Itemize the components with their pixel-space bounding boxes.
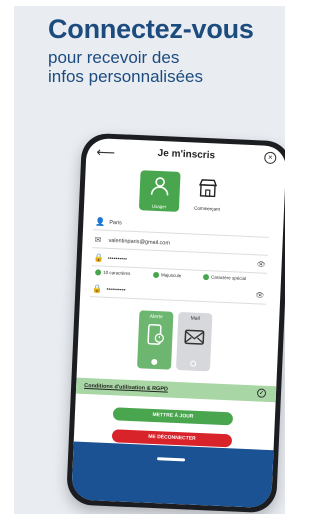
headline: Connectez-vous	[48, 14, 254, 44]
radio-unselected-icon	[190, 360, 197, 367]
subheadline-line-2: infos personnalisées	[48, 67, 203, 86]
password-confirm-field[interactable]: 🔒 •••••••••• 👁	[90, 283, 267, 305]
radio-selected-icon	[151, 358, 158, 366]
background-panel: Connectez-vous pour recevoir des infos p…	[14, 6, 285, 514]
eye-icon[interactable]: 👁	[255, 291, 264, 299]
password-value: ••••••••••	[107, 255, 128, 263]
rule-special: Caractère spécial	[202, 274, 246, 282]
mail-icon: ✉	[94, 235, 102, 245]
role-commercant-label: Commerçant	[194, 205, 220, 212]
password-confirm-value: ••••••••••	[106, 286, 126, 294]
app-nav-bar: ⟵ Je m'inscris ×	[86, 138, 285, 175]
eye-icon[interactable]: 👁	[257, 260, 266, 268]
check-icon	[202, 274, 210, 281]
person-icon	[150, 177, 169, 196]
phone-mockup: ⟵ Je m'inscris × Usager Commerçant 👤 Par…	[65, 132, 285, 514]
check-icon	[152, 271, 160, 279]
role-usager-tile[interactable]: Usager	[138, 170, 181, 212]
bottom-bar	[71, 441, 274, 509]
verification-alert-tile[interactable]: Alerte	[136, 310, 174, 370]
home-indicator	[156, 457, 186, 462]
city-value: Paris	[109, 219, 122, 227]
conditions-link[interactable]: Conditions d'utilisation & RGPD	[84, 383, 168, 393]
lock-icon: 🔒	[93, 253, 104, 263]
lock-icon: 🔒	[92, 284, 103, 294]
screen-title: Je m'inscris	[157, 147, 216, 162]
verification-alert-label: Alerte	[149, 313, 163, 321]
shop-icon	[198, 179, 218, 198]
envelope-icon	[184, 329, 205, 345]
role-commercant-tile[interactable]: Commerçant	[186, 172, 229, 214]
user-icon: 👤	[95, 217, 106, 227]
update-button[interactable]: METTRE À JOUR	[112, 407, 234, 426]
promo-screenshot: Connectez-vous pour recevoir des infos p…	[0, 0, 285, 514]
check-circle-icon[interactable]: ✓	[256, 388, 267, 398]
email-value: valentinparis@gmail.com	[108, 237, 171, 247]
phone-screen: ⟵ Je m'inscris × Usager Commerçant 👤 Par…	[71, 137, 285, 509]
rule-uppercase: Majuscule	[152, 271, 182, 279]
phone-alert-icon	[147, 324, 164, 345]
conditions-row[interactable]: Conditions d'utilisation & RGPD ✓	[75, 377, 277, 403]
subheadline-line-1: pour recevoir des	[48, 48, 180, 67]
rule-length: 10 caractères	[95, 269, 130, 277]
role-usager-label: Usager	[151, 203, 167, 210]
verification-mail-tile[interactable]: Mail	[175, 311, 213, 372]
check-icon	[95, 269, 102, 276]
verification-mail-label: Mail	[190, 315, 200, 322]
